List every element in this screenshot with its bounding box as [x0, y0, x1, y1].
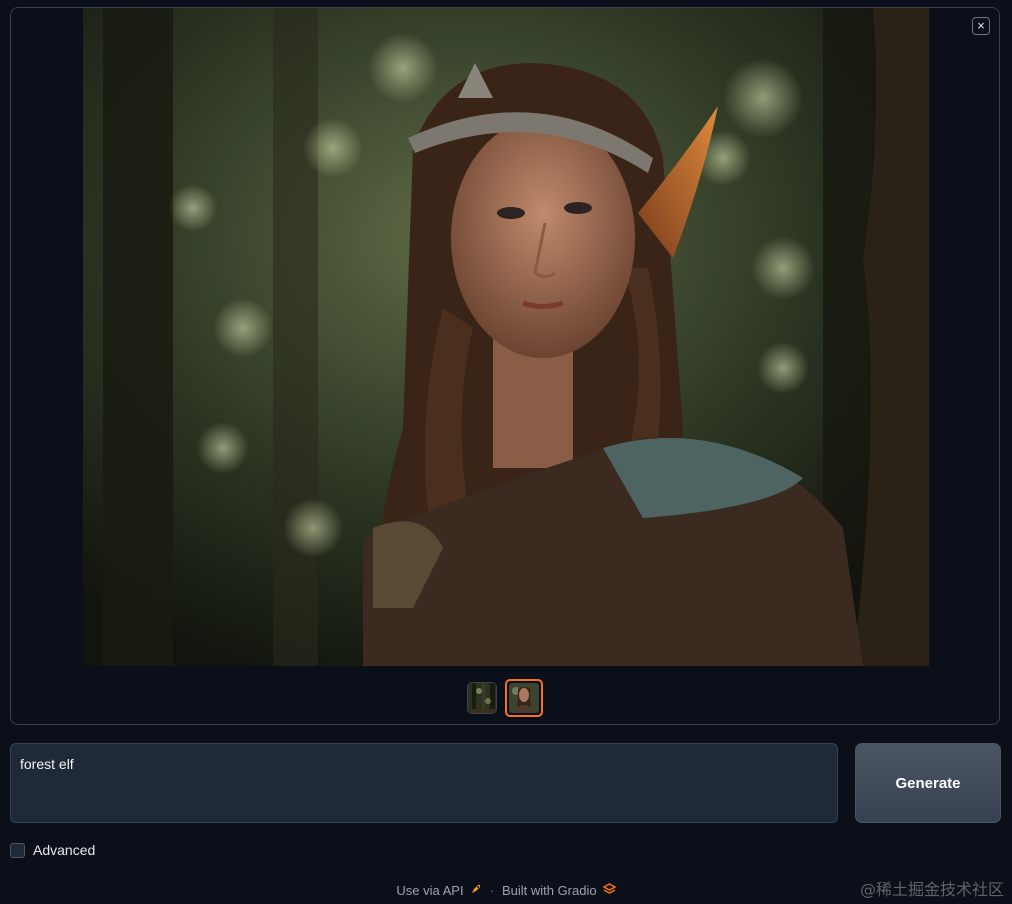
- prompt-input[interactable]: forest elf: [10, 743, 838, 823]
- rocket-icon: [470, 883, 482, 898]
- elf-thumbnail[interactable]: [505, 679, 543, 717]
- generate-button[interactable]: Generate: [855, 743, 1001, 823]
- gallery-main-image[interactable]: [83, 8, 929, 666]
- built-with-gradio-label[interactable]: Built with Gradio: [502, 883, 597, 898]
- footer-separator: ·: [489, 882, 494, 898]
- gradio-logo-icon: [602, 882, 617, 898]
- watermark-text: @稀土掘金技术社区: [859, 880, 1004, 899]
- use-via-api-link[interactable]: Use via API: [396, 883, 481, 898]
- advanced-label[interactable]: Advanced: [33, 842, 95, 858]
- advanced-checkbox[interactable]: [10, 842, 25, 858]
- advanced-toggle[interactable]: Advanced: [10, 841, 95, 859]
- image-gallery: ×: [10, 7, 1000, 725]
- close-icon[interactable]: ×: [972, 17, 990, 35]
- thumbnail-strip: [11, 679, 999, 717]
- forest-thumbnail[interactable]: [467, 682, 497, 714]
- use-via-api-label[interactable]: Use via API: [396, 883, 463, 898]
- built-with-gradio-link[interactable]: Built with Gradio: [502, 882, 617, 898]
